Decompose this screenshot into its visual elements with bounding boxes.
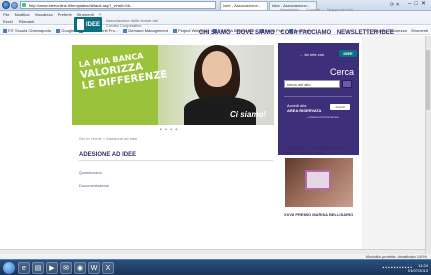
reserved-area-text: Accedi alla AREA RISERVATA xyxy=(287,103,321,113)
outlook-icon[interactable]: ✉ xyxy=(60,262,72,274)
forgot-password-link[interactable]: » Password dimenticata xyxy=(307,115,339,119)
forward-button[interactable] xyxy=(11,2,18,9)
logo-mark-icon xyxy=(77,19,84,30)
favorite-link[interactable]: Demand Management xyxy=(123,28,168,33)
media-icon[interactable]: ▶ xyxy=(46,262,58,274)
ie-icon[interactable]: e xyxy=(18,262,30,274)
campaign-image-frame xyxy=(305,170,331,190)
reserved-area-button[interactable]: Accedi xyxy=(330,104,350,110)
link-newsletter[interactable]: Newsletter xyxy=(280,7,299,12)
hero-banner[interactable]: LA MIA BANCA VALORIZZA LE DIFFERENZE Ci … xyxy=(72,45,274,125)
favorite-icon xyxy=(123,29,128,33)
search-button[interactable] xyxy=(342,80,352,88)
nav-cosa-facciamo[interactable]: COSA FACCIAMO xyxy=(280,30,331,36)
search-input[interactable] xyxy=(284,80,340,88)
favorite-icon xyxy=(173,29,178,33)
breadcrumb[interactable]: Sei in: Home > Adesione ad idee xyxy=(79,136,137,141)
favorite-link[interactable]: Google xyxy=(56,28,74,33)
clock[interactable]: 11:24 01/07/2013 xyxy=(408,263,428,273)
page-title: ADESIONE AD IDEE xyxy=(79,152,137,158)
cmd-tools[interactable]: Strumenti xyxy=(411,28,428,33)
link-mappa[interactable]: Mappa del sito xyxy=(327,7,353,12)
hero-person-face xyxy=(202,51,232,87)
utility-links: Newsletter Contatti Mappa del sito xyxy=(280,7,359,12)
menu-edit[interactable]: Modifica xyxy=(15,12,30,17)
word-icon[interactable]: W xyxy=(88,262,100,274)
page-margin xyxy=(362,36,431,254)
site-icon xyxy=(22,3,26,7)
search-label: Cerca xyxy=(330,67,355,77)
scrollbar-thumb[interactable] xyxy=(426,50,430,110)
back-button[interactable] xyxy=(2,1,10,9)
favorite-icon xyxy=(56,29,61,33)
favorite-link[interactable]: FIT Scuola Chiamaporto xyxy=(3,28,51,33)
divider xyxy=(284,96,352,97)
sidebar-logo-badge: IDEE xyxy=(339,50,357,57)
taskbar-apps: e ▤ ▶ ✉ ◉ W X xyxy=(18,262,114,274)
favorite-icon xyxy=(3,29,7,33)
link-contatti[interactable]: Contatti xyxy=(306,7,320,12)
link-questionario[interactable]: Questionario xyxy=(79,170,109,175)
fav-rilevanti[interactable]: Rilevanti xyxy=(19,19,34,24)
window-controls[interactable]: –□✕ xyxy=(408,0,429,7)
start-button[interactable] xyxy=(3,262,15,274)
favorites-bar: Excel Rilevanti xyxy=(0,18,431,25)
excel-icon[interactable]: X xyxy=(102,262,114,274)
award-heading[interactable]: XXVII PREMIO MARISA BELLISARIO xyxy=(284,212,353,217)
nav-chi-siamo[interactable]: CHI SIAMO xyxy=(199,30,231,36)
sidebar-panel xyxy=(278,43,359,155)
taskbar: e ▤ ▶ ✉ ◉ W X ▪▪▪▪▪▪▪▪▪▪▪ 11:24 01/07/20… xyxy=(0,259,431,275)
hero-caption: Ci siamo! xyxy=(230,110,267,119)
browser-toolbar: http://www.ideeonline.it/templates/defau… xyxy=(0,0,431,11)
menu-file[interactable]: File xyxy=(3,12,9,17)
logo-tagline: Associazione delle donne del Credito Coo… xyxy=(106,18,158,28)
hero-headline: LA MIA BANCA VALORIZZA LE DIFFERENZE xyxy=(78,47,170,92)
fav-excel[interactable]: Excel xyxy=(3,19,13,24)
campaign-heading[interactable]: SCARICA LA MINI CAMPAGNA REALIZZATA DA I… xyxy=(284,145,354,155)
content-links: Questionario Documentazione xyxy=(79,170,109,196)
tab-active[interactable]: Idee - Associazione... xyxy=(220,1,268,10)
link-documentazione[interactable]: Documentazione xyxy=(79,183,109,188)
menu-view[interactable]: Visualizza xyxy=(35,12,53,17)
clock-date: 01/07/2013 xyxy=(407,268,428,273)
chrome-icon[interactable]: ◉ xyxy=(74,262,86,274)
logo-text: IDEE xyxy=(86,22,101,28)
sidebar-tagline: ... fai rete con xyxy=(300,52,325,57)
menu-bar: File Modifica Visualizza Preferiti Strum… xyxy=(0,11,431,18)
reserved-area-line-2: AREA RISERVATA xyxy=(287,108,322,113)
menu-favorites[interactable]: Preferiti xyxy=(58,12,72,17)
carousel-dots[interactable]: • • • • xyxy=(160,127,178,133)
address-bar[interactable]: http://www.ideeonline.it/templates/defau… xyxy=(20,1,216,9)
refresh-icon[interactable]: ⟳ ✕ xyxy=(390,2,400,8)
divider xyxy=(79,160,273,161)
nav-dove-siamo[interactable]: DOVE SIAMO xyxy=(236,30,274,36)
folder-icon[interactable]: ▤ xyxy=(32,262,44,274)
